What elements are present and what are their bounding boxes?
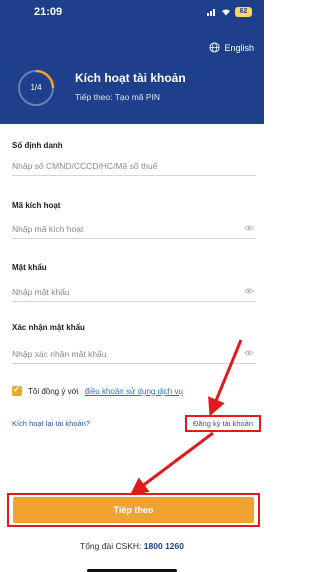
code-placeholder: Nhập mã kích hoạt: [12, 224, 84, 234]
confirm-placeholder: Nhập xác nhận mật khẩu: [12, 349, 107, 359]
code-label: Mã kích hoạt: [12, 201, 61, 210]
id-input[interactable]: Nhập số CMND/CCCD/HC/Mã số thuế: [12, 154, 256, 176]
step-indicator: 1/4: [30, 83, 42, 92]
language-label: English: [224, 42, 254, 53]
language-switch[interactable]: English: [209, 42, 254, 53]
header: 21:09 62 English 1/4 Kích hoạt tài khoản…: [0, 0, 264, 124]
agree-checkbox[interactable]: [12, 384, 22, 396]
confirm-input[interactable]: Nhập xác nhận mật khẩu: [12, 342, 256, 364]
wifi-icon: [222, 9, 230, 16]
id-placeholder: Nhập số CMND/CCCD/HC/Mã số thuế: [12, 161, 158, 171]
reactivate-link[interactable]: Kích hoạt lại tài khoản?: [12, 419, 90, 428]
status-bar: 21:09 62: [0, 6, 264, 22]
code-input[interactable]: Nhập mã kích hoạt: [12, 217, 256, 239]
terms-agreement: Tôi đồng ý với điều khoản sử dụng dịch v…: [12, 384, 183, 396]
status-time: 21:09: [34, 6, 63, 18]
agree-text: Tôi đồng ý với: [28, 386, 79, 396]
register-link[interactable]: Đăng ký tài khoản: [185, 415, 261, 432]
page-title: Kích hoạt tài khoản: [75, 71, 186, 85]
confirm-label: Xác nhận mật khẩu: [12, 323, 85, 332]
hotline: Tổng đài CSKH: 1800 1260: [0, 541, 264, 551]
next-button-highlight: Tiếp theo: [7, 493, 260, 527]
eye-icon[interactable]: [244, 224, 254, 232]
eye-icon[interactable]: [244, 349, 254, 357]
eye-icon[interactable]: [244, 287, 254, 295]
globe-icon: [209, 42, 221, 53]
password-label: Mật khẩu: [12, 263, 47, 272]
next-button[interactable]: Tiếp theo: [13, 497, 254, 523]
hotline-label: Tổng đài CSKH:: [80, 541, 142, 551]
password-placeholder: Nhập mật khẩu: [12, 287, 70, 297]
signal-icon: [207, 9, 215, 16]
password-input[interactable]: Nhập mật khẩu: [12, 280, 256, 302]
id-label: Số định danh: [12, 141, 63, 150]
battery-icon: 62: [235, 7, 252, 17]
page-subtitle: Tiếp theo: Tạo mã PIN: [75, 92, 161, 102]
terms-link[interactable]: điều khoản sử dụng dịch vụ: [85, 387, 183, 396]
hotline-number[interactable]: 1800 1260: [144, 541, 184, 551]
status-icons: 62: [207, 7, 252, 17]
